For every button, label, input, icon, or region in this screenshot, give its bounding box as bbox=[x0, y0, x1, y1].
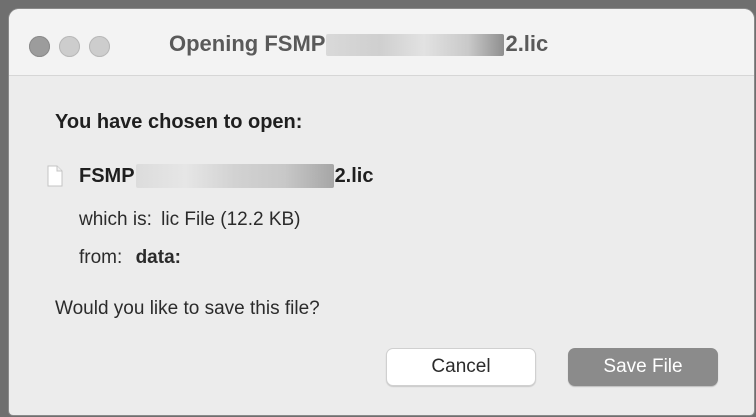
file-source-label: from: bbox=[79, 247, 123, 268]
save-file-button[interactable]: Save File bbox=[568, 348, 718, 386]
file-source-value: data: bbox=[135, 247, 181, 268]
cancel-button[interactable]: Cancel bbox=[386, 348, 536, 386]
zoom-window-button[interactable] bbox=[89, 36, 110, 57]
file-type-line: which is: lic File (12.2 KB) bbox=[79, 209, 301, 231]
document-icon bbox=[47, 165, 63, 187]
file-row: FSMP 2.lic bbox=[47, 161, 373, 191]
redacted-text bbox=[135, 164, 334, 188]
dialog-heading: You have chosen to open: bbox=[55, 111, 303, 133]
save-file-dialog: Opening FSMP 2.lic You have chosen to ope… bbox=[9, 9, 754, 415]
file-source-line: from: data: bbox=[79, 247, 181, 269]
title-bar[interactable]: Opening FSMP 2.lic bbox=[9, 9, 754, 76]
save-question: Would you like to save this file? bbox=[55, 298, 320, 319]
file-name-suffix: 2.lic bbox=[334, 164, 374, 187]
file-name: FSMP 2.lic bbox=[79, 164, 373, 188]
close-window-button[interactable] bbox=[29, 36, 50, 57]
window-title-prefix: Opening FSMP bbox=[169, 31, 326, 56]
redacted-text bbox=[326, 34, 505, 57]
dialog-content: You have chosen to open: FSMP 2.lic which… bbox=[9, 76, 754, 415]
window-title: Opening FSMP 2.lic bbox=[169, 31, 548, 57]
minimize-window-button[interactable] bbox=[59, 36, 80, 57]
file-type-label: which is: bbox=[79, 209, 152, 230]
file-name-prefix: FSMP bbox=[79, 164, 135, 187]
window-title-suffix: 2.lic bbox=[505, 31, 549, 56]
file-type-value: lic File (12.2 KB) bbox=[161, 209, 301, 230]
